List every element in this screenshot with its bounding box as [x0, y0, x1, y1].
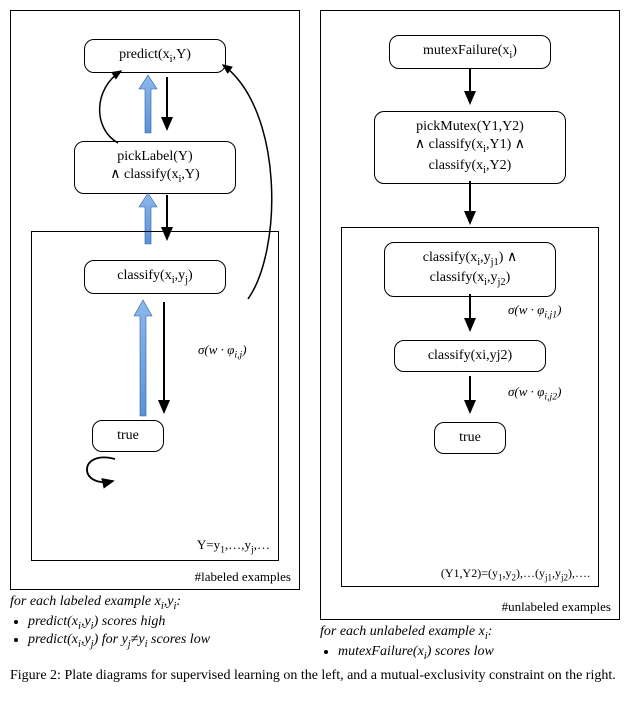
- right-outer-plate: mutexFailure(xi) pickMutex(Y1,Y2)∧ class…: [320, 10, 620, 620]
- left-node-true: true: [92, 420, 164, 452]
- right-node-classify-j2: classify(xi,yj2): [394, 340, 546, 372]
- right-inner-plate: classify(xi,yj1) ∧classify(xi,yj2) σ(w ·…: [341, 227, 599, 587]
- right-desc: for each unlabeled example xi: mutexFail…: [320, 624, 620, 662]
- right-node-pickmutex: pickMutex(Y1,Y2)∧ classify(xi,Y1) ∧class…: [374, 111, 566, 184]
- left-bullet-1: predict(xi,yi) scores high: [28, 614, 300, 632]
- figure-caption: Figure 2: Plate diagrams for supervised …: [10, 668, 630, 684]
- right-arrow-3-4: [450, 290, 490, 338]
- right-desc-head: for each unlabeled example xi:: [320, 624, 492, 639]
- right-edge-label-1: σ(w · φi,j1): [508, 302, 561, 321]
- right-arrow-1-2: [450, 65, 490, 111]
- left-desc: for each labeled example xi,yi: predict(…: [10, 594, 300, 649]
- left-outer-plate: predict(xi,Y) pickLabel(Y)∧ classify(xi,…: [10, 10, 300, 590]
- left-inner-plate: classify(xi,yj) σ(w · φi,j) true Y=y1,…,…: [31, 231, 279, 561]
- right-arrow-4-5: [450, 372, 490, 420]
- left-outer-label: #labeled examples: [195, 569, 291, 585]
- left-desc-head: for each labeled example xi,yi:: [10, 594, 181, 609]
- right-column: mutexFailure(xi) pickMutex(Y1,Y2)∧ class…: [320, 10, 620, 662]
- right-node-classify-pair: classify(xi,yj1) ∧classify(xi,yj2): [384, 242, 556, 297]
- diagram-container: predict(xi,Y) pickLabel(Y)∧ classify(xi,…: [10, 10, 630, 662]
- right-bullet-1: mutexFailure(xi) scores low: [338, 644, 620, 662]
- right-inner-label: (Y1,Y2)=(y1,y2),…(yj1,yj2),….: [441, 566, 590, 582]
- right-arrow-2-3: [450, 177, 490, 231]
- right-outer-label: #unlabeled examples: [502, 599, 611, 615]
- left-bullet-2: predict(xi,yj) for yj≠yi scores low: [28, 632, 300, 650]
- right-edge-label-2: σ(w · φi,j2): [508, 384, 561, 403]
- left-column: predict(xi,Y) pickLabel(Y)∧ classify(xi,…: [10, 10, 300, 649]
- right-node-true: true: [434, 422, 506, 454]
- left-node-classify: classify(xi,yj): [84, 260, 226, 294]
- left-inner-label: Y=y1,…,yj,…: [197, 537, 270, 556]
- left-edge-label-sigma: σ(w · φi,j): [198, 342, 247, 361]
